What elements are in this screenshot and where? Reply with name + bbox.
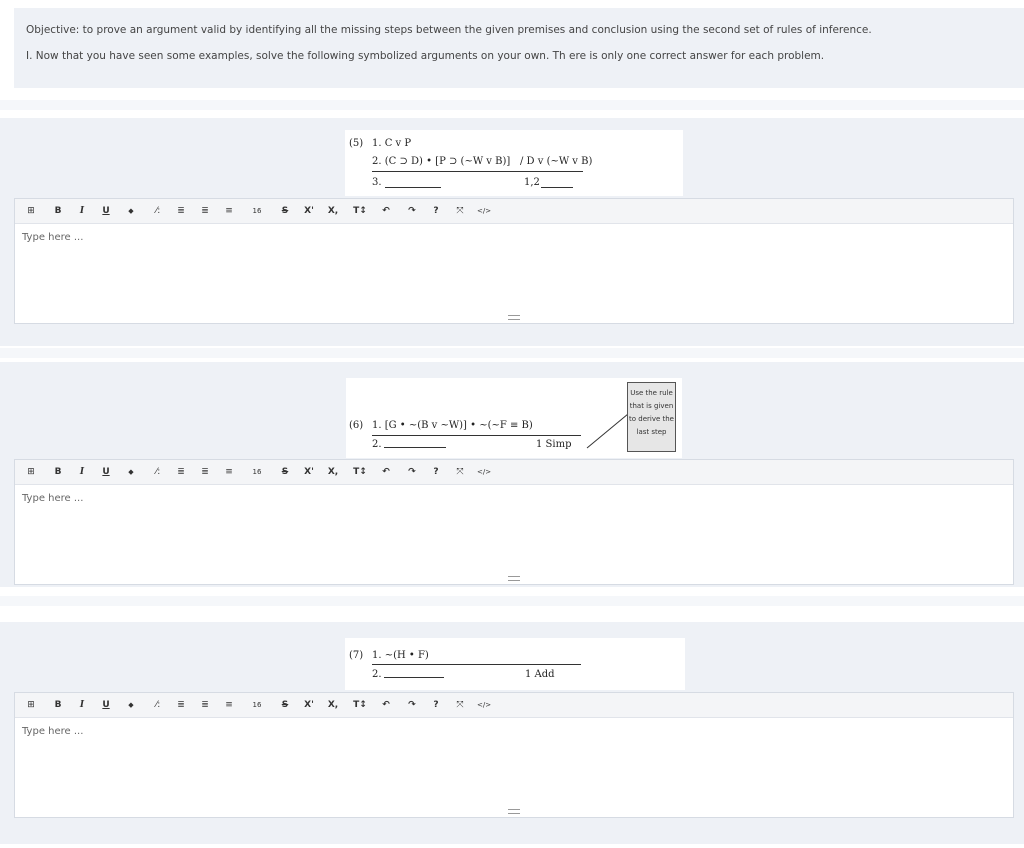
instructions-panel: Objective: to prove an argument valid by… bbox=[14, 8, 1024, 88]
undo-icon[interactable]: ↶ bbox=[379, 205, 393, 217]
align-icon[interactable]: ≡ bbox=[222, 466, 236, 478]
table-icon[interactable]: ⊞ bbox=[24, 699, 38, 711]
magic-wand-icon[interactable]: ⁄: bbox=[151, 466, 165, 478]
superscript-button[interactable]: X' bbox=[302, 466, 316, 478]
code-view-icon[interactable]: </> bbox=[477, 466, 491, 478]
separator bbox=[0, 348, 1024, 358]
problem-5-image: (5) 1. C v P 2. (C ⊃ D) • [P ⊃ (~W v B)]… bbox=[345, 130, 683, 196]
answer-5-editor[interactable]: ⊞ B I U ◆ ⁄: ≣ ≣ ≡ 16 S X' X, T↕ ↶ ↷ ? ⤧… bbox=[14, 198, 1014, 324]
problem-5-conclusion: / D v (~W v B) bbox=[520, 156, 593, 167]
strikethrough-button[interactable]: S bbox=[278, 205, 292, 217]
redo-icon[interactable]: ↷ bbox=[405, 466, 419, 478]
unordered-list-icon[interactable]: ≣ bbox=[174, 699, 188, 711]
subscript-button[interactable]: X, bbox=[326, 699, 340, 711]
magic-wand-icon[interactable]: ⁄: bbox=[151, 699, 165, 711]
help-icon[interactable]: ? bbox=[429, 466, 443, 478]
underline-button[interactable]: U bbox=[99, 699, 113, 711]
problem-7-image: (7) 1. ~(H • F) 2. 1 Add bbox=[345, 638, 685, 690]
undo-icon[interactable]: ↶ bbox=[379, 466, 393, 478]
separator bbox=[0, 596, 1024, 606]
answer-7-editor[interactable]: ⊞ B I U ◆ ⁄: ≣ ≣ ≡ 16 S X' X, T↕ ↶ ↷ ? ⤧… bbox=[14, 692, 1014, 818]
callout-pointer bbox=[586, 413, 629, 449]
font-size-button[interactable]: 16 bbox=[250, 699, 264, 711]
help-icon[interactable]: ? bbox=[429, 205, 443, 217]
align-icon[interactable]: ≡ bbox=[222, 205, 236, 217]
strikethrough-button[interactable]: S bbox=[278, 466, 292, 478]
text-style-button[interactable]: T↕ bbox=[353, 205, 367, 217]
problem-6-justification: 1 Simp bbox=[536, 439, 572, 450]
separator bbox=[0, 100, 1024, 110]
magic-wand-icon[interactable]: ⁄: bbox=[151, 205, 165, 217]
bold-button[interactable]: B bbox=[51, 466, 65, 478]
align-icon[interactable]: ≡ bbox=[222, 699, 236, 711]
text-style-button[interactable]: T↕ bbox=[353, 466, 367, 478]
table-icon[interactable]: ⊞ bbox=[24, 466, 38, 478]
superscript-button[interactable]: X' bbox=[302, 205, 316, 217]
marker-icon[interactable]: ◆ bbox=[124, 205, 138, 217]
italic-button[interactable]: I bbox=[75, 699, 89, 711]
ordered-list-icon[interactable]: ≣ bbox=[198, 466, 212, 478]
text-style-button[interactable]: T↕ bbox=[353, 699, 367, 711]
resize-handle-icon[interactable] bbox=[508, 809, 520, 814]
code-view-icon[interactable]: </> bbox=[477, 699, 491, 711]
problem-7-line-2: 2. bbox=[372, 669, 382, 680]
marker-icon[interactable]: ◆ bbox=[124, 699, 138, 711]
unordered-list-icon[interactable]: ≣ bbox=[174, 466, 188, 478]
problem-6-line-2: 2. bbox=[372, 439, 382, 450]
unordered-list-icon[interactable]: ≣ bbox=[174, 205, 188, 217]
subscript-button[interactable]: X, bbox=[326, 205, 340, 217]
ordered-list-icon[interactable]: ≣ bbox=[198, 699, 212, 711]
editor-7-toolbar: ⊞ B I U ◆ ⁄: ≣ ≣ ≡ 16 S X' X, T↕ ↶ ↷ ? ⤧… bbox=[15, 693, 1013, 718]
redo-icon[interactable]: ↷ bbox=[405, 699, 419, 711]
code-view-icon[interactable]: </> bbox=[477, 205, 491, 217]
underline-button[interactable]: U bbox=[99, 466, 113, 478]
underline-button[interactable]: U bbox=[99, 205, 113, 217]
problem-5-justification: 1,2 bbox=[524, 177, 540, 188]
fullscreen-icon[interactable]: ⤧ bbox=[453, 205, 467, 217]
instruction-text: I. Now that you have seen some examples,… bbox=[26, 50, 825, 62]
problem-7-line-1: 1. ~(H • F) bbox=[372, 650, 429, 661]
objective-text: Objective: to prove an argument valid by… bbox=[26, 24, 872, 36]
strikethrough-button[interactable]: S bbox=[278, 699, 292, 711]
table-icon[interactable]: ⊞ bbox=[24, 205, 38, 217]
problem-6-number: (6) bbox=[349, 420, 364, 431]
problem-5-number: (5) bbox=[349, 138, 364, 149]
bold-button[interactable]: B bbox=[51, 205, 65, 217]
editor-6-toolbar: ⊞ B I U ◆ ⁄: ≣ ≣ ≡ 16 S X' X, T↕ ↶ ↷ ? ⤧… bbox=[15, 460, 1013, 485]
redo-icon[interactable]: ↷ bbox=[405, 205, 419, 217]
editor-5-toolbar: ⊞ B I U ◆ ⁄: ≣ ≣ ≡ 16 S X' X, T↕ ↶ ↷ ? ⤧… bbox=[15, 199, 1013, 224]
italic-button[interactable]: I bbox=[75, 205, 89, 217]
problem-7-justification: 1 Add bbox=[525, 669, 555, 680]
problem-5-line-3: 3. bbox=[372, 177, 382, 188]
undo-icon[interactable]: ↶ bbox=[379, 699, 393, 711]
help-icon[interactable]: ? bbox=[429, 699, 443, 711]
answer-6-input[interactable]: Type here ... bbox=[22, 493, 83, 504]
superscript-button[interactable]: X' bbox=[302, 699, 316, 711]
answer-7-input[interactable]: Type here ... bbox=[22, 726, 83, 737]
problem-7-number: (7) bbox=[349, 650, 364, 661]
problem-6-line-1: 1. [G • ~(B v ~W)] • ~(~F ≡ B) bbox=[372, 420, 533, 431]
marker-icon[interactable]: ◆ bbox=[124, 466, 138, 478]
resize-handle-icon[interactable] bbox=[508, 315, 520, 320]
fullscreen-icon[interactable]: ⤧ bbox=[453, 699, 467, 711]
rule-hint-callout: Use the rule that is given to derive the… bbox=[627, 382, 676, 452]
resize-handle-icon[interactable] bbox=[508, 576, 520, 581]
subscript-button[interactable]: X, bbox=[326, 466, 340, 478]
ordered-list-icon[interactable]: ≣ bbox=[198, 205, 212, 217]
answer-6-editor[interactable]: ⊞ B I U ◆ ⁄: ≣ ≣ ≡ 16 S X' X, T↕ ↶ ↷ ? ⤧… bbox=[14, 459, 1014, 585]
italic-button[interactable]: I bbox=[75, 466, 89, 478]
problem-5-line-1: 1. C v P bbox=[372, 138, 412, 149]
answer-5-input[interactable]: Type here ... bbox=[22, 232, 83, 243]
problem-5-line-2: 2. (C ⊃ D) • [P ⊃ (~W v B)] bbox=[372, 156, 511, 167]
fullscreen-icon[interactable]: ⤧ bbox=[453, 466, 467, 478]
bold-button[interactable]: B bbox=[51, 699, 65, 711]
font-size-button[interactable]: 16 bbox=[250, 466, 264, 478]
font-size-button[interactable]: 16 bbox=[250, 205, 264, 217]
